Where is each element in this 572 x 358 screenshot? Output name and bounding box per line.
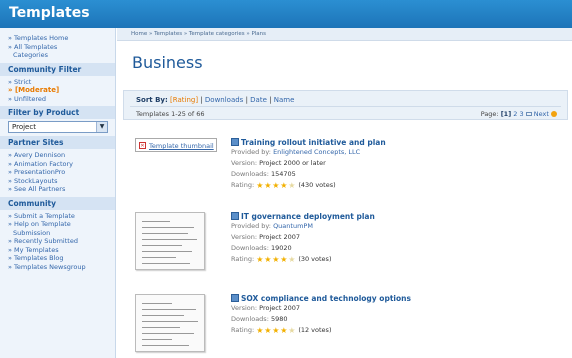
header-bar: Templates xyxy=(0,0,572,28)
community-link-help[interactable]: » Help on Template xyxy=(0,220,115,229)
sort-option-rating[interactable]: [Rating] xyxy=(170,96,198,104)
partner-link-see-all[interactable]: » See All Partners xyxy=(0,185,115,194)
project-file-icon xyxy=(231,212,239,220)
sort-bar: Sort By: [Rating] | Downloads | Date | N… xyxy=(123,90,568,120)
pager: Page: [1] 2 3 Next xyxy=(481,110,557,118)
product-select[interactable]: Project ▼ xyxy=(8,121,108,133)
filter-strict-link[interactable]: » Strict xyxy=(0,78,115,87)
community-link-recent[interactable]: » Recently Submitted xyxy=(0,237,115,246)
star-filled-icon[interactable]: ★ xyxy=(272,182,280,190)
community-link-my-templates[interactable]: » My Templates xyxy=(0,246,115,255)
pager-label: Page: xyxy=(480,110,499,118)
main-content: Home » Templates » Template categories »… xyxy=(117,28,572,358)
result-info: IT governance deployment plan Provided b… xyxy=(231,212,375,266)
result-rating: Rating: ★★★★★ (430 votes) xyxy=(231,181,336,192)
pager-page-3[interactable]: 3 xyxy=(519,110,523,118)
community-heading: Community xyxy=(0,196,115,210)
result-rating: Rating: ★★★★★ (30 votes) xyxy=(231,255,332,266)
sort-option-name[interactable]: Name xyxy=(274,96,295,104)
provider-link[interactable]: QuantumPM xyxy=(273,222,313,230)
star-filled-icon[interactable]: ★ xyxy=(256,256,264,264)
partner-sites-heading: Partner Sites xyxy=(0,136,115,149)
results-count: Templates 1-25 of 66 xyxy=(136,110,205,118)
divider xyxy=(130,106,561,107)
broken-image-icon: ✕ xyxy=(139,142,146,149)
sidebar-link-categories[interactable]: Categories xyxy=(0,51,115,60)
result-info: Training rollout initiative and plan Pro… xyxy=(231,138,386,192)
partner-link-presentationpro[interactable]: » PresentationPro xyxy=(0,168,115,177)
result-version: Version: Project 2000 or later xyxy=(231,159,326,167)
sort-row: Sort By: [Rating] | Downloads | Date | N… xyxy=(136,96,294,104)
star-filled-icon[interactable]: ★ xyxy=(280,327,288,335)
community-link-submission[interactable]: Submission xyxy=(0,229,115,238)
star-filled-icon[interactable]: ★ xyxy=(272,256,280,264)
result-downloads: Downloads: 19020 xyxy=(231,244,292,252)
thumbnail-label[interactable]: Template thumbnail xyxy=(149,142,214,150)
result-provider: Provided by: Enlightened Concepts, LLC xyxy=(231,148,361,156)
filter-moderate-link[interactable]: » [Moderate] xyxy=(0,86,115,95)
result-downloads: Downloads: 154705 xyxy=(231,170,296,178)
pager-current: [1] xyxy=(500,110,512,118)
result-title[interactable]: SOX compliance and technology options xyxy=(231,294,411,303)
star-filled-icon[interactable]: ★ xyxy=(256,327,264,335)
page-title: Business xyxy=(132,53,203,72)
chevron-down-icon[interactable]: ▼ xyxy=(96,122,107,132)
star-filled-icon[interactable]: ★ xyxy=(280,256,288,264)
sidebar-link-all-templates[interactable]: » All Templates xyxy=(0,43,115,52)
result-provider: Provided by: QuantumPM xyxy=(231,222,313,230)
result-version: Version: Project 2007 xyxy=(231,233,301,241)
star-empty-icon[interactable]: ★ xyxy=(288,182,296,190)
star-filled-icon[interactable]: ★ xyxy=(272,327,280,335)
star-filled-icon[interactable]: ★ xyxy=(256,182,264,190)
rating-stars: ★★★★★ xyxy=(256,181,296,192)
pager-page-2[interactable]: 2 xyxy=(513,110,517,118)
template-thumbnail[interactable] xyxy=(135,294,205,352)
breadcrumb[interactable]: Home » Templates » Template categories »… xyxy=(131,31,266,37)
project-file-icon xyxy=(231,138,239,146)
community-filter-heading: Community Filter xyxy=(0,62,115,76)
star-filled-icon[interactable]: ★ xyxy=(264,256,272,264)
product-select-value: Project xyxy=(12,123,36,131)
project-file-icon xyxy=(231,294,239,302)
rating-stars: ★★★★★ xyxy=(256,326,296,337)
filter-unfiltered-link[interactable]: » Unfiltered xyxy=(0,95,115,104)
result-title[interactable]: IT governance deployment plan xyxy=(231,212,375,221)
thumbnail-placeholder[interactable]: ✕ Template thumbnail xyxy=(135,138,217,152)
page-icon xyxy=(525,112,532,116)
star-filled-icon[interactable]: ★ xyxy=(264,182,272,190)
star-empty-icon[interactable]: ★ xyxy=(288,327,296,335)
sidebar: » Templates Home » All Templates Categor… xyxy=(0,28,116,358)
community-link-submit[interactable]: » Submit a Template xyxy=(0,212,115,221)
pager-next[interactable]: Next xyxy=(534,110,549,118)
result-version: Version: Project 2007 xyxy=(231,304,301,312)
result-title[interactable]: Training rollout initiative and plan xyxy=(231,138,386,147)
next-arrow-icon[interactable] xyxy=(551,111,557,117)
app-title: Templates xyxy=(9,5,90,21)
provider-link[interactable]: Enlightened Concepts, LLC xyxy=(273,148,360,156)
sort-label: Sort By: xyxy=(136,96,168,104)
breadcrumb-bar: Home » Templates » Template categories »… xyxy=(117,28,572,41)
community-link-blog[interactable]: » Templates Blog xyxy=(0,254,115,263)
star-empty-icon[interactable]: ★ xyxy=(288,256,296,264)
sort-option-date[interactable]: Date xyxy=(250,96,267,104)
result-info: SOX compliance and technology options Ve… xyxy=(231,294,411,337)
filter-by-product-heading: Filter by Product xyxy=(0,106,115,119)
star-filled-icon[interactable]: ★ xyxy=(264,327,272,335)
result-downloads: Downloads: 5980 xyxy=(231,315,288,323)
result-rating: Rating: ★★★★★ (12 votes) xyxy=(231,326,332,337)
partner-link-stocklayouts[interactable]: » StockLayouts xyxy=(0,177,115,186)
partner-link-animation-factory[interactable]: » Animation Factory xyxy=(0,160,115,169)
template-thumbnail[interactable] xyxy=(135,212,205,270)
partner-link-avery[interactable]: » Avery Dennison xyxy=(0,151,115,160)
rating-stars: ★★★★★ xyxy=(256,255,296,266)
sidebar-link-templates-home[interactable]: » Templates Home xyxy=(0,34,115,43)
star-filled-icon[interactable]: ★ xyxy=(280,182,288,190)
sort-option-downloads[interactable]: Downloads xyxy=(205,96,243,104)
community-link-newsgroup[interactable]: » Templates Newsgroup xyxy=(0,263,115,272)
